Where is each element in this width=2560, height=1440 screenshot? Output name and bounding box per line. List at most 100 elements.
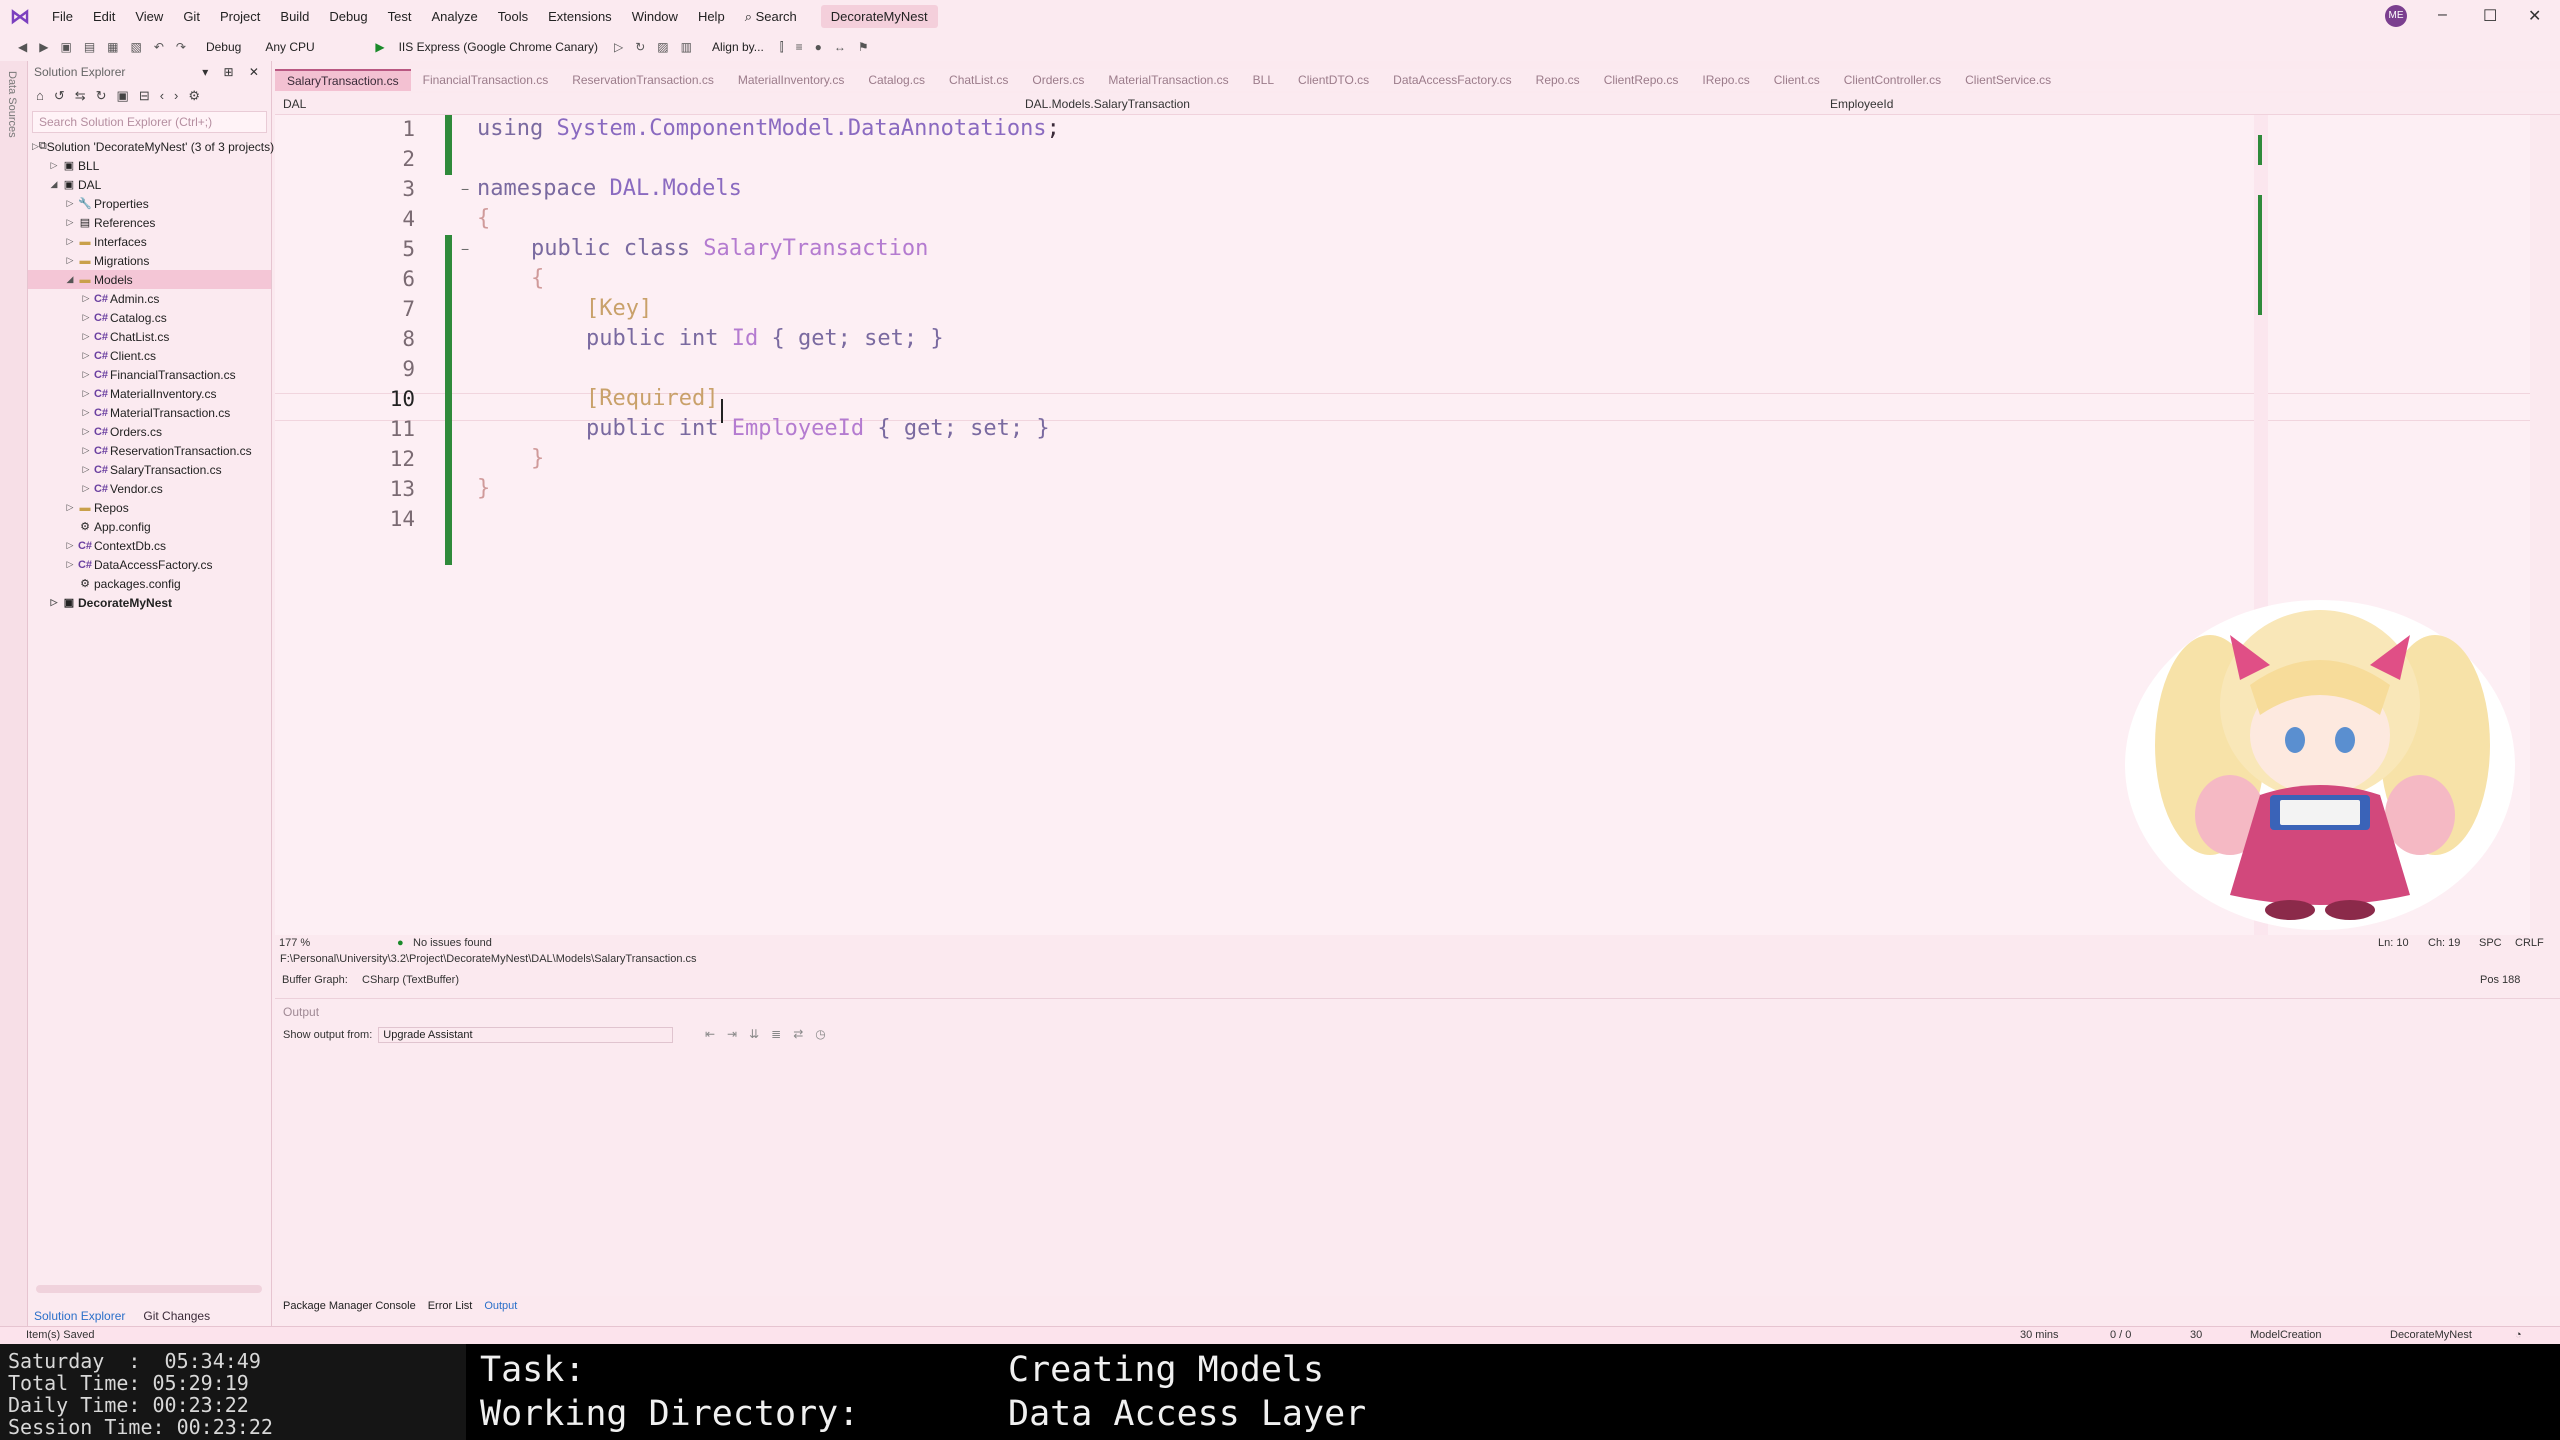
output-source-dropdown[interactable]: Upgrade Assistant bbox=[378, 1027, 674, 1043]
project-dropdown[interactable]: DAL bbox=[283, 97, 306, 111]
tab-error-list[interactable]: Error List bbox=[428, 1300, 473, 1312]
tree-item[interactable]: ▷ C# FinancialTransaction.cs bbox=[28, 365, 271, 384]
menu-view[interactable]: View bbox=[125, 9, 173, 24]
tab-file[interactable]: ClientDTO.cs bbox=[1286, 69, 1381, 91]
search-button[interactable]: ⌕ Search bbox=[735, 9, 807, 25]
comment-icon[interactable]: ≡ bbox=[796, 40, 803, 54]
tab-file[interactable]: DataAccessFactory.cs bbox=[1381, 69, 1523, 91]
expand-arrow-icon[interactable]: ▷ bbox=[80, 369, 92, 380]
menu-help[interactable]: Help bbox=[688, 9, 735, 24]
fold-toggle-icon[interactable]: − bbox=[461, 181, 469, 197]
minimize-icon[interactable]: – bbox=[2438, 6, 2447, 24]
tree-item[interactable]: ▷ C# Catalog.cs bbox=[28, 308, 271, 327]
expand-arrow-icon[interactable]: ▷ bbox=[80, 407, 92, 418]
tree-item[interactable]: ▷ C# Admin.cs bbox=[28, 289, 271, 308]
tree-item[interactable]: ▷ ▬ Repos bbox=[28, 498, 271, 517]
git-branch[interactable]: ModelCreation bbox=[2250, 1329, 2322, 1341]
step-icon[interactable]: ↔ bbox=[834, 40, 846, 54]
tab-file[interactable]: BLL bbox=[1241, 69, 1286, 91]
tree-item[interactable]: ▷ C# ReservationTransaction.cs bbox=[28, 441, 271, 460]
tree-item[interactable]: ▷ ▣ BLL bbox=[28, 156, 271, 175]
tab-file[interactable]: ClientController.cs bbox=[1832, 69, 1953, 91]
menu-project[interactable]: Project bbox=[210, 9, 270, 24]
tree-item[interactable]: ▷ C# MaterialTransaction.cs bbox=[28, 403, 271, 422]
tab-package-manager-console[interactable]: Package Manager Console bbox=[283, 1300, 416, 1312]
browse-icon[interactable]: ▨ bbox=[657, 40, 668, 54]
expand-arrow-icon[interactable]: ▷ bbox=[64, 198, 76, 209]
tree-item[interactable]: ▷ C# MaterialInventory.cs bbox=[28, 384, 271, 403]
tab-file[interactable]: Catalog.cs bbox=[856, 69, 937, 91]
tree-item[interactable]: ▷ C# Client.cs bbox=[28, 346, 271, 365]
close-icon[interactable]: ✕ bbox=[2528, 6, 2541, 26]
undo-icon[interactable]: ↶ bbox=[154, 40, 164, 54]
back-icon[interactable]: ◀ bbox=[18, 40, 27, 54]
class-dropdown[interactable]: DAL.Models.SalaryTransaction bbox=[1025, 97, 1190, 111]
tree-item[interactable]: ▷ ▤ References bbox=[28, 213, 271, 232]
tab-file[interactable]: ReservationTransaction.cs bbox=[560, 69, 726, 91]
tree-item[interactable]: ▷ C# Vendor.cs bbox=[28, 479, 271, 498]
tab-file[interactable]: ClientService.cs bbox=[1953, 69, 2063, 91]
tree-item[interactable]: ◢ ▣ DAL bbox=[28, 175, 271, 194]
tree-item[interactable]: ⚙ packages.config bbox=[28, 574, 271, 593]
line-ending-indicator[interactable]: CRLF bbox=[2515, 937, 2544, 949]
git-repo[interactable]: DecorateMyNest bbox=[2390, 1329, 2472, 1341]
tree-item[interactable]: ▷ C# SalaryTransaction.cs bbox=[28, 460, 271, 479]
tab-file[interactable]: FinancialTransaction.cs bbox=[411, 69, 561, 91]
tab-file[interactable]: IRepo.cs bbox=[1690, 69, 1761, 91]
save-all-icon[interactable]: ▧ bbox=[131, 40, 142, 54]
fold-toggle-icon[interactable]: − bbox=[461, 241, 469, 257]
tree-item[interactable]: ▷ ⧉ Solution 'DecorateMyNest' (3 of 3 proj… bbox=[28, 137, 274, 156]
breakpoint-icon[interactable]: ● bbox=[815, 40, 822, 54]
whitespace-indicator[interactable]: SPC bbox=[2479, 937, 2502, 949]
tab-solution-explorer[interactable]: Solution Explorer bbox=[34, 1309, 125, 1323]
tab-active-file[interactable]: SalaryTransaction.cs bbox=[275, 69, 411, 91]
tab-file[interactable]: MaterialInventory.cs bbox=[726, 69, 856, 91]
tab-file[interactable]: ClientRepo.cs bbox=[1592, 69, 1691, 91]
panel-controls[interactable]: ▾ ⊞ ✕ bbox=[202, 65, 265, 79]
expand-arrow-icon[interactable]: ▷ bbox=[48, 597, 60, 608]
layout-icon[interactable]: ▥ bbox=[681, 40, 692, 54]
tab-file[interactable]: Orders.cs bbox=[1020, 69, 1096, 91]
tree-item[interactable]: ▷ 🔧 Properties bbox=[28, 194, 271, 213]
menu-edit[interactable]: Edit bbox=[83, 9, 125, 24]
solution-search-input[interactable]: Search Solution Explorer (Ctrl+;) bbox=[32, 111, 267, 133]
tab-git-changes[interactable]: Git Changes bbox=[143, 1309, 210, 1323]
expand-arrow-icon[interactable]: ▷ bbox=[32, 141, 39, 152]
refresh-icon[interactable]: ↻ bbox=[635, 40, 645, 54]
platform-dropdown[interactable]: Any CPU bbox=[257, 38, 367, 56]
align-by-button[interactable]: Align by... bbox=[704, 38, 772, 56]
tree-item[interactable]: ▷ ▣ DecorateMyNest bbox=[28, 593, 271, 612]
expand-arrow-icon[interactable]: ▷ bbox=[48, 160, 60, 171]
menu-file[interactable]: File bbox=[42, 9, 83, 24]
git-changes-count[interactable]: 0 / 0 bbox=[2110, 1329, 2131, 1341]
expand-arrow-icon[interactable]: ▷ bbox=[80, 293, 92, 304]
tab-file[interactable]: ChatList.cs bbox=[937, 69, 1020, 91]
expand-arrow-icon[interactable]: ◢ bbox=[48, 179, 60, 190]
tree-item[interactable]: ▷ ▬ Migrations bbox=[28, 251, 271, 270]
issues-status[interactable]: No issues found bbox=[413, 937, 492, 949]
expand-arrow-icon[interactable]: ◢ bbox=[64, 274, 76, 285]
tab-file[interactable]: Client.cs bbox=[1762, 69, 1832, 91]
horizontal-scrollbar[interactable] bbox=[36, 1285, 262, 1293]
expand-arrow-icon[interactable]: ▷ bbox=[64, 559, 76, 570]
expand-arrow-icon[interactable]: ▷ bbox=[80, 464, 92, 475]
tree-item[interactable]: ▷ C# ContextDb.cs bbox=[28, 536, 271, 555]
new-project-icon[interactable]: ▣ bbox=[60, 40, 71, 54]
expand-arrow-icon[interactable]: ▷ bbox=[80, 426, 92, 437]
buffer-graph-dropdown[interactable]: CSharp (TextBuffer) bbox=[362, 974, 459, 986]
tab-file[interactable]: Repo.cs bbox=[1524, 69, 1592, 91]
expand-arrow-icon[interactable]: ▷ bbox=[64, 236, 76, 247]
tab-output[interactable]: Output bbox=[484, 1300, 517, 1312]
menu-tools[interactable]: Tools bbox=[488, 9, 538, 24]
notification-icon[interactable]: ◔ bbox=[2515, 1329, 2522, 1341]
bookmark-icon[interactable]: ⚑ bbox=[858, 40, 869, 54]
output-toolbar-icons[interactable]: ⇤⇥⇊≣⇄◷ bbox=[705, 1027, 838, 1041]
solution-explorer-toolbar[interactable]: ⌂↺⇆↻▣⊟‹›⚙ bbox=[28, 83, 271, 109]
tree-item[interactable]: ▷ C# ChatList.cs bbox=[28, 327, 271, 346]
configuration-dropdown[interactable]: Debug bbox=[198, 38, 249, 56]
save-icon[interactable]: ▦ bbox=[107, 40, 118, 54]
edit-count[interactable]: 30 bbox=[2190, 1329, 2202, 1341]
run-icon[interactable]: ▶ bbox=[375, 40, 384, 54]
expand-arrow-icon[interactable]: ▷ bbox=[80, 445, 92, 456]
avatar[interactable]: ME bbox=[2385, 5, 2407, 27]
